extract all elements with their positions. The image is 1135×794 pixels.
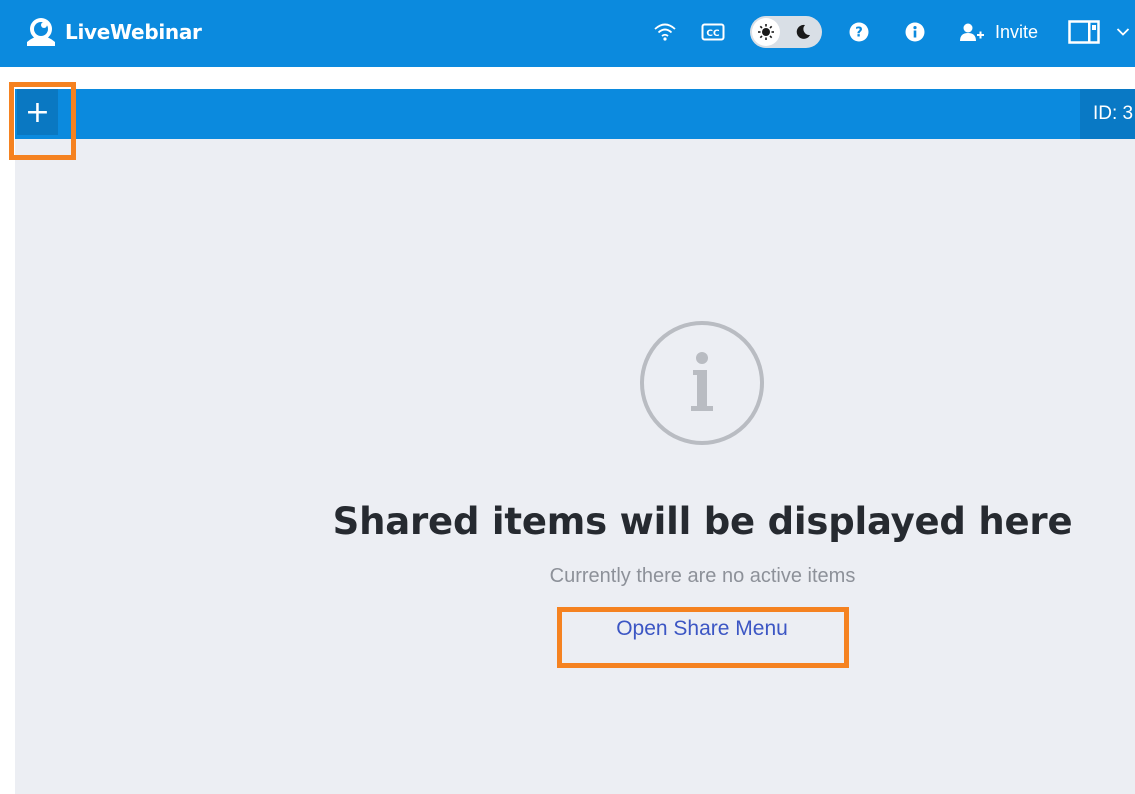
help-icon[interactable]: ? xyxy=(848,19,870,45)
closed-captions-icon[interactable]: CC xyxy=(701,19,725,45)
share-tab-bar: + ID: 3 xyxy=(15,89,1135,139)
info-icon[interactable] xyxy=(904,19,926,45)
add-tab-button[interactable]: + xyxy=(17,89,58,135)
invite-button[interactable]: Invite xyxy=(959,19,1038,45)
empty-state-subtitle: Currently there are no active items xyxy=(549,565,856,587)
empty-state-title: Shared items will be displayed here xyxy=(332,500,1073,543)
moon-icon[interactable] xyxy=(793,22,813,42)
livewebinar-logo-icon xyxy=(27,18,55,46)
room-id-label: ID: 3 xyxy=(1080,89,1135,139)
chevron-down-icon[interactable] xyxy=(1114,19,1132,45)
info-circle-icon xyxy=(640,321,764,445)
sun-icon[interactable] xyxy=(752,18,780,46)
brand-name: LiveWebinar xyxy=(65,20,202,44)
brand-logo[interactable]: LiveWebinar xyxy=(23,14,202,50)
invite-label: Invite xyxy=(995,21,1039,42)
wifi-icon[interactable] xyxy=(653,19,677,45)
top-navigation-bar: LiveWebinar CC ? Invite xyxy=(0,0,1135,67)
svg-text:CC: CC xyxy=(706,29,720,39)
theme-toggle[interactable] xyxy=(750,16,822,48)
open-share-menu-link[interactable]: Open Share Menu xyxy=(562,617,842,641)
shared-content-area xyxy=(15,139,1135,794)
add-user-icon xyxy=(960,23,984,41)
svg-text:?: ? xyxy=(855,26,863,41)
layout-icon[interactable] xyxy=(1067,19,1101,45)
